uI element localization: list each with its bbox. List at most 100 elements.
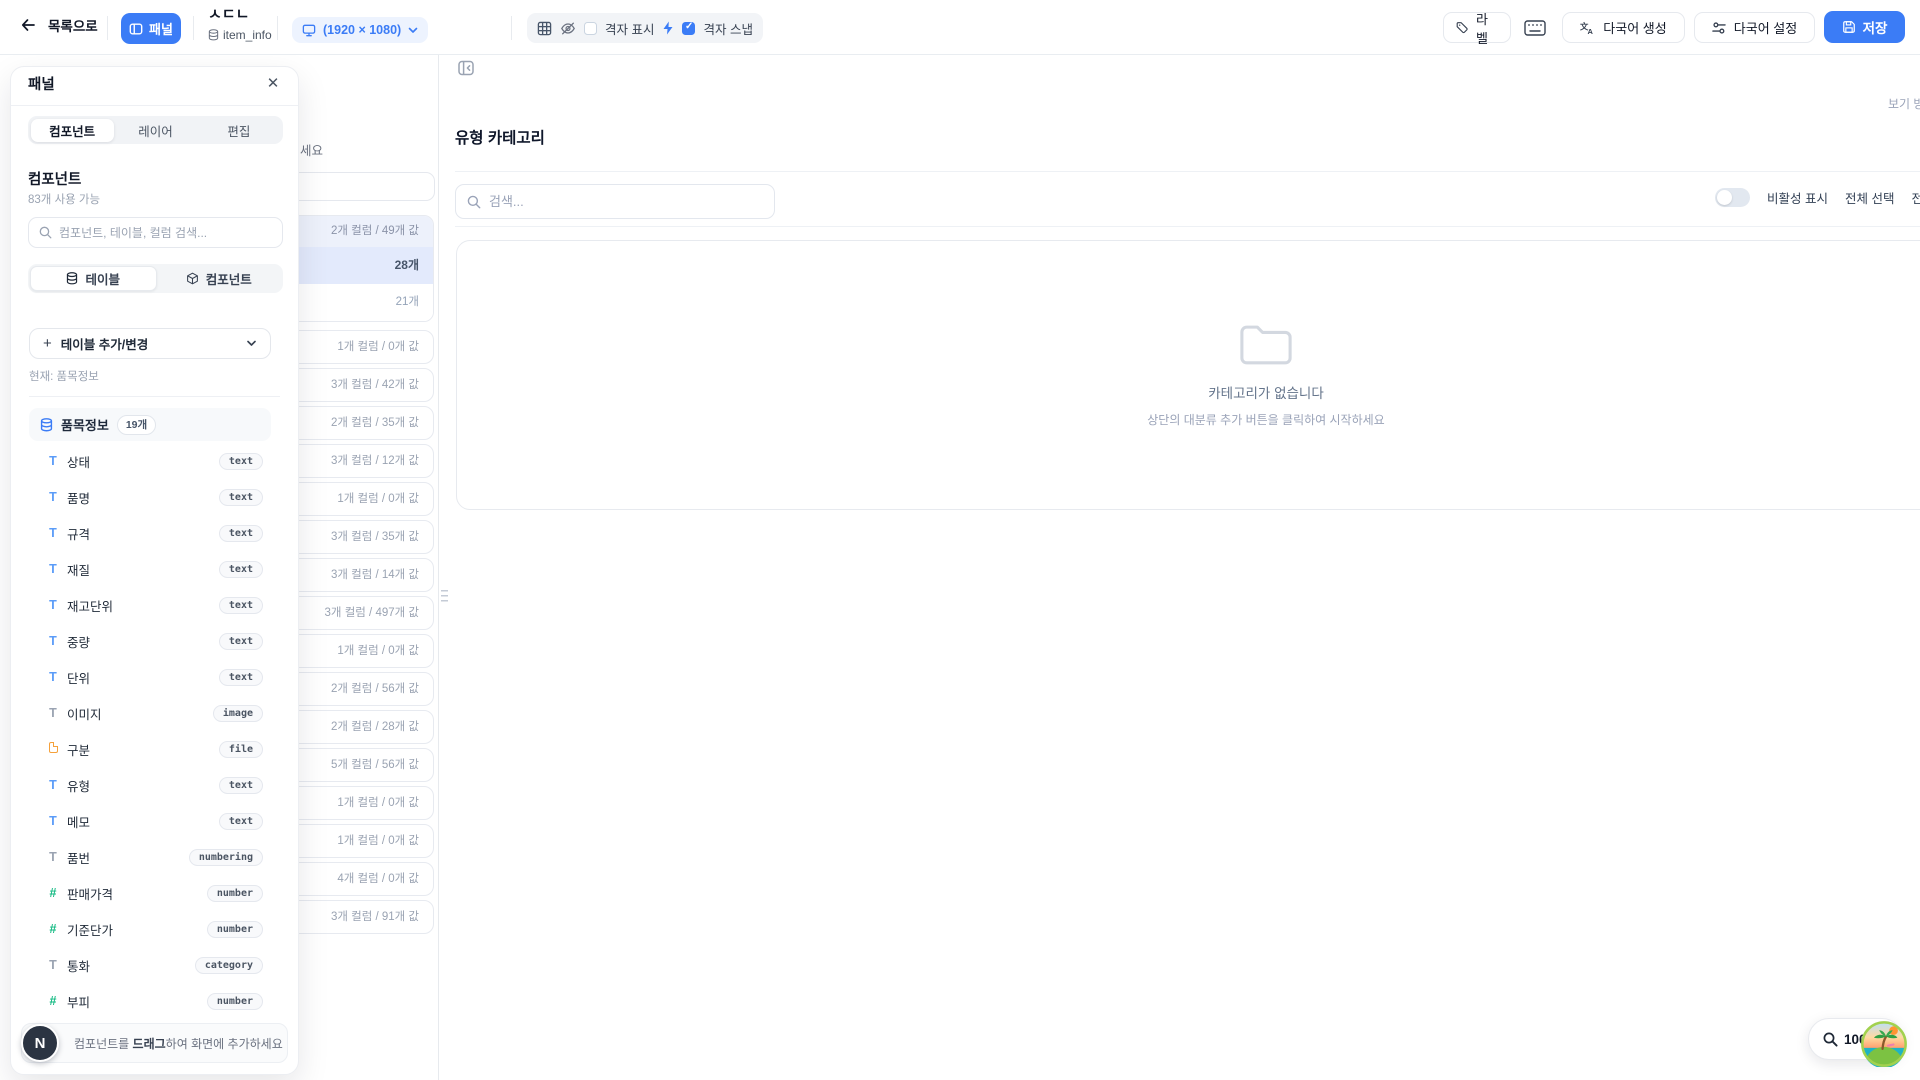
field-type-icon: T	[45, 778, 61, 792]
multilang-settings-button[interactable]: 다국어 설정	[1694, 12, 1815, 43]
multilang-generate-button[interactable]: 文 A 다국어 생성	[1562, 12, 1685, 43]
field-row[interactable]: T 품번 numbering	[29, 839, 271, 875]
field-row[interactable]: T 단위 text	[29, 659, 271, 695]
field-row[interactable]: T 규격 text	[29, 515, 271, 551]
panel-search-box	[28, 217, 283, 248]
hint-suffix: 하여 화면에 추가하세요	[166, 1037, 283, 1051]
island-badge-icon	[1861, 1021, 1907, 1067]
view-mode-label[interactable]: 보기 방식	[1888, 95, 1920, 112]
table-name: 품목정보	[61, 415, 109, 434]
field-type-icon: T	[45, 562, 61, 576]
field-type-icon: T	[45, 670, 61, 684]
close-icon[interactable]: ✕	[262, 72, 284, 94]
field-type-icon: #	[45, 922, 61, 936]
field-row[interactable]: T 재질 text	[29, 551, 271, 587]
collapse-panel-icon[interactable]	[458, 60, 474, 76]
category-controls: 비활성 표시 전체 선택 전	[1715, 188, 1920, 207]
field-row[interactable]: T 품명 text	[29, 479, 271, 515]
field-row[interactable]: T 재고단위 text	[29, 587, 271, 623]
category-search-input[interactable]	[489, 194, 763, 209]
source-segment: 테이블 컴포넌트	[28, 264, 283, 293]
field-row[interactable]: T 상태 text	[29, 443, 271, 479]
screen-size-dropdown[interactable]: (1920 × 1080)	[292, 17, 428, 43]
select-all-button[interactable]: 전체 선택	[1845, 188, 1894, 207]
field-row[interactable]: T 통화 category	[29, 947, 271, 983]
toolbar-separator	[511, 16, 512, 40]
grid-options-group: 격자 표시 격자 스냅	[527, 13, 763, 43]
field-row[interactable]: T 메모 text	[29, 803, 271, 839]
field-row[interactable]: # 기준단가 number	[29, 911, 271, 947]
lightning-icon	[662, 21, 674, 35]
toolbar-separator	[193, 16, 194, 40]
empty-state-box: 카테고리가 없습니다 상단의 대분류 추가 버튼을 클릭하여 시작하세요	[456, 240, 1920, 510]
field-row[interactable]: 구분 file	[29, 731, 271, 767]
folder-icon	[1239, 323, 1293, 366]
database-icon	[66, 272, 78, 285]
user-avatar: N	[21, 1024, 59, 1062]
field-name: 판매가격	[67, 884, 113, 903]
plus-icon: +	[43, 335, 52, 352]
grid-icon[interactable]	[537, 21, 552, 36]
table-header-row[interactable]: 품목정보 19개	[29, 408, 271, 441]
column-divider	[438, 55, 439, 1080]
add-table-dropdown[interactable]: + 테이블 추가/변경	[29, 328, 271, 359]
label-button[interactable]: 라벨	[1443, 12, 1511, 43]
add-table-label: 테이블 추가/변경	[61, 334, 148, 353]
field-type-badge: image	[213, 705, 263, 722]
field-type-icon: T	[45, 490, 61, 504]
search-icon	[467, 195, 481, 209]
label-button-text: 라벨	[1476, 9, 1498, 47]
source-tab-component-label: 컴포넌트	[206, 269, 252, 288]
panel-toggle-button[interactable]: 패널	[121, 13, 181, 44]
current-table-label: 현재: 품목정보	[29, 368, 99, 384]
source-tab-component[interactable]: 컴포넌트	[157, 266, 282, 291]
panel-search-input[interactable]	[59, 226, 272, 240]
arrow-left-icon	[20, 17, 36, 33]
field-name: 구분	[67, 740, 90, 759]
field-row[interactable]: # 판매가격 number	[29, 875, 271, 911]
inactive-toggle[interactable]	[1715, 188, 1750, 207]
field-type-icon	[45, 742, 61, 756]
field-row[interactable]: T 이미지 image	[29, 695, 271, 731]
field-type-badge: text	[219, 633, 263, 650]
field-row[interactable]: T 유형 text	[29, 767, 271, 803]
field-type-icon: T	[45, 850, 61, 864]
screen-title: ㅅㄷㄴ	[208, 3, 272, 24]
field-row[interactable]: T 중량 text	[29, 623, 271, 659]
divider	[29, 396, 280, 397]
field-name: 단위	[67, 668, 90, 687]
field-name: 재고단위	[67, 596, 113, 615]
field-name: 품번	[67, 848, 90, 867]
grid-snap-label: 격자 스냅	[703, 19, 752, 38]
field-type-badge: text	[219, 489, 263, 506]
chevron-down-icon	[246, 340, 257, 347]
field-type-icon: T	[45, 814, 61, 828]
eye-off-icon[interactable]	[560, 21, 576, 36]
tab-layers[interactable]: 레이어	[114, 119, 197, 142]
field-type-badge: number	[207, 885, 263, 902]
field-name: 유형	[67, 776, 90, 795]
column-resize-handle[interactable]	[441, 590, 448, 603]
field-type-badge: text	[219, 525, 263, 542]
tab-components[interactable]: 컴포넌트	[31, 119, 114, 142]
field-type-badge: category	[195, 957, 263, 974]
field-name: 규격	[67, 524, 90, 543]
source-tab-table-label: 테이블	[85, 269, 120, 288]
hint-prefix: 컴포넌트를	[74, 1037, 133, 1051]
field-type-badge: text	[219, 777, 263, 794]
keyboard-icon[interactable]	[1524, 20, 1546, 36]
save-button[interactable]: 저장	[1824, 11, 1905, 43]
back-label: 목록으로	[48, 15, 98, 35]
panel-button-label: 패널	[149, 19, 173, 38]
field-type-badge: text	[219, 561, 263, 578]
grid-snap-checkbox[interactable]	[682, 22, 695, 35]
clipped-action-button[interactable]: 전	[1911, 188, 1920, 207]
multilang-generate-text: 다국어 생성	[1603, 18, 1666, 37]
field-name: 기준단가	[67, 920, 113, 939]
field-row[interactable]: # 부피 number	[29, 983, 271, 1019]
panel-tab-bar: 컴포넌트 레이어 편집	[28, 116, 283, 144]
tab-edit[interactable]: 편집	[197, 119, 280, 142]
grid-show-checkbox[interactable]	[584, 22, 597, 35]
back-to-list-button[interactable]: 목록으로	[20, 15, 98, 35]
source-tab-table[interactable]: 테이블	[30, 266, 157, 291]
